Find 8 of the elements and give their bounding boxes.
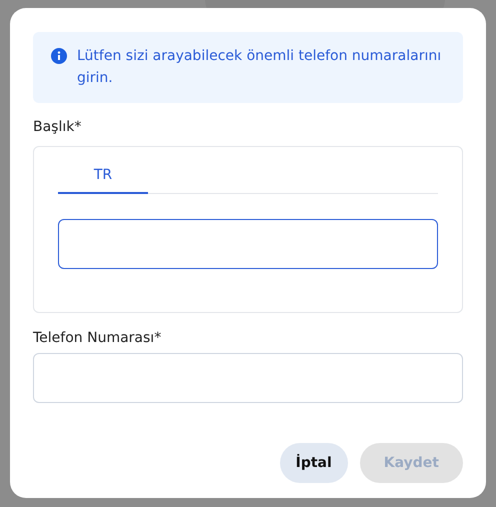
cancel-button[interactable]: İptal [280, 443, 348, 483]
info-text: Lütfen sizi arayabilecek önemli telefon numaralarını girin. [77, 47, 442, 88]
field-label: Telefon Numarası* [33, 329, 162, 348]
field-label: Başlık* [33, 118, 82, 137]
phone-input[interactable] [33, 353, 463, 403]
title-input[interactable] [58, 219, 438, 269]
info-icon [51, 48, 67, 64]
language-tab[interactable]: TR [58, 159, 148, 194]
